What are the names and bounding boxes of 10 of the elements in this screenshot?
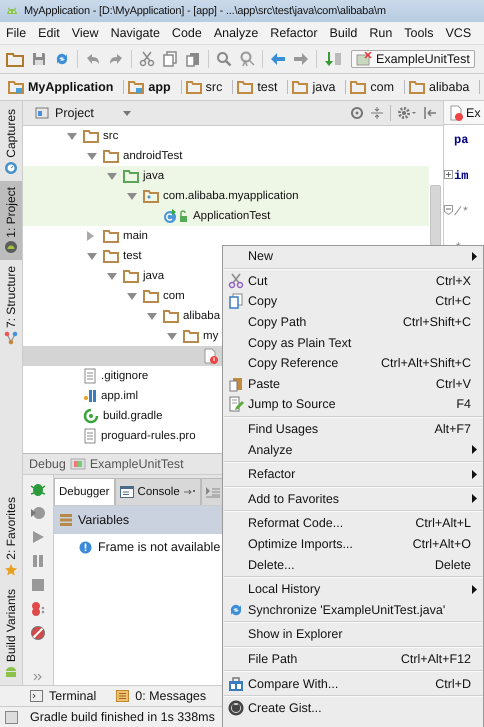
info-message: Frame is not available (98, 540, 220, 554)
run-configuration-name: ExampleUnitTest (376, 52, 470, 66)
status-message: Gradle build finished in 1s 338ms (30, 710, 215, 724)
code-text: pa (454, 133, 468, 147)
section-title: Variables (78, 513, 130, 527)
code-text: im (454, 169, 468, 183)
panel-title: Debug (29, 457, 66, 471)
view-name: Project (55, 106, 94, 120)
window-title: MyApplication - [D:\MyApplication] - [app] - ...\app\src\test\java\com\alibaba\m (24, 5, 386, 17)
code-text: /* (454, 205, 468, 219)
